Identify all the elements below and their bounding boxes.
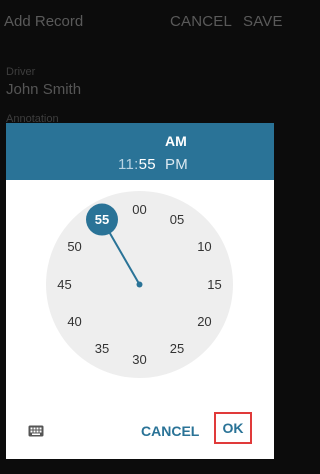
clock-number-00[interactable]: 00 [125, 201, 155, 219]
clock-number-45[interactable]: 45 [50, 276, 80, 294]
keyboard-icon[interactable] [28, 425, 44, 437]
clock-number-05[interactable]: 05 [162, 211, 192, 229]
clock-face[interactable]: 00 05 10 15 20 25 30 35 40 45 50 55 [46, 191, 233, 378]
clock-number-20[interactable]: 20 [189, 313, 219, 331]
pm-toggle[interactable]: PM [165, 156, 188, 173]
time-display: 11:55 PM [118, 156, 188, 173]
cancel-button[interactable]: CANCEL [141, 423, 199, 439]
app-cancel-button[interactable]: CANCEL [170, 13, 232, 30]
clock-number-10[interactable]: 10 [189, 238, 219, 256]
clock-number-30[interactable]: 30 [125, 351, 155, 369]
driver-label: Driver [6, 66, 36, 78]
page-title: Add Record [4, 13, 84, 30]
clock-number-35[interactable]: 35 [87, 340, 117, 358]
app-save-button[interactable]: SAVE [243, 13, 283, 30]
clock-number-50[interactable]: 50 [60, 238, 90, 256]
driver-value[interactable]: John Smith [6, 81, 81, 98]
clock-number-25[interactable]: 25 [162, 340, 192, 358]
ok-button[interactable]: OK [214, 412, 252, 444]
app-bar: Add Record CANCEL SAVE [0, 0, 283, 44]
clock-number-40[interactable]: 40 [60, 313, 90, 331]
clock-number-55[interactable]: 55 [87, 211, 117, 229]
minute-display[interactable]: 55 [139, 156, 156, 173]
time-picker-dialog: AM 11:55 PM 00 05 10 15 20 25 30 35 40 45 50 55 CANC… [6, 123, 274, 459]
clock-number-15[interactable]: 15 [200, 276, 230, 294]
am-toggle[interactable]: AM [165, 133, 187, 149]
hour-display[interactable]: 11 [118, 156, 134, 173]
clock-center-dot [136, 281, 143, 288]
dialog-header: AM 11:55 PM [6, 123, 274, 180]
